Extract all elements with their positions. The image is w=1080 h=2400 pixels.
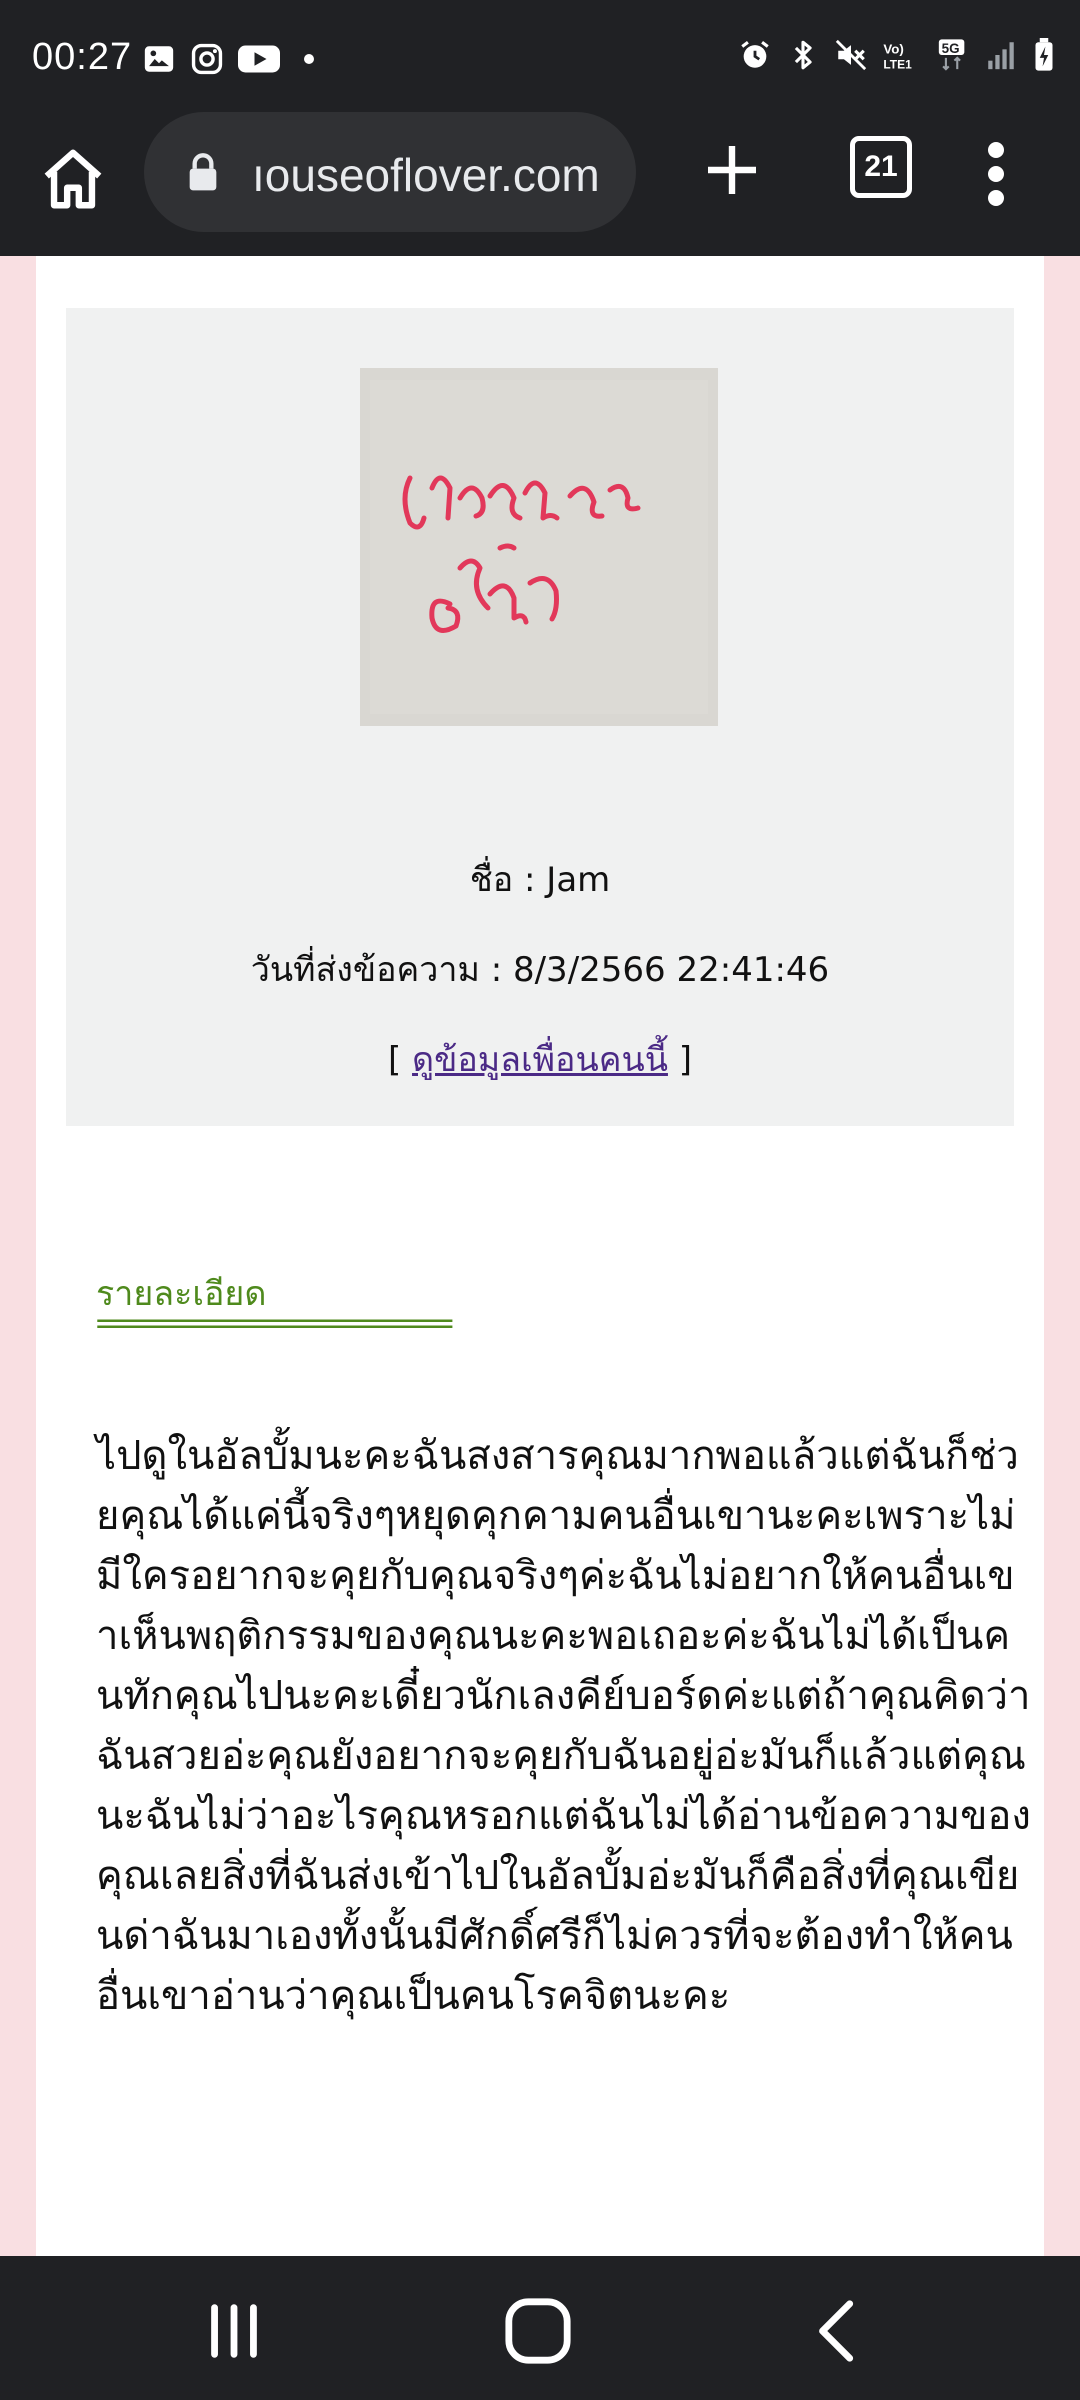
- 5g-data-icon: 5G: [938, 39, 965, 71]
- notification-icons: [142, 42, 314, 76]
- system-icons: Vo) LTE1 5G: [738, 38, 1056, 72]
- gallery-icon: [144, 46, 174, 72]
- web-page: ชื่อ : Jam วันที่ส่งข้อความ : 8/3/2566 2…: [0, 256, 1080, 2256]
- back-icon[interactable]: [800, 2296, 880, 2366]
- recent-apps-icon[interactable]: [194, 2296, 274, 2366]
- bracket-close: ]: [667, 1040, 693, 1080]
- volte-icon: Vo)LTE1: [883, 42, 912, 72]
- page-content: ชื่อ : Jam วันที่ส่งข้อความ : 8/3/2566 2…: [36, 256, 1044, 2256]
- system-navigation-bar: [0, 2256, 1080, 2400]
- svg-text:LTE1: LTE1: [883, 57, 912, 71]
- mute-icon: [835, 39, 867, 71]
- phone-screen: 00:27 Vo) LTE1 5G ıouseoflover.com 21 ชื…: [0, 0, 1080, 2400]
- more-menu-icon[interactable]: [976, 140, 1016, 208]
- handwritten-note-photo[interactable]: [360, 368, 718, 726]
- details-divider: ===========================: [96, 1306, 454, 1341]
- sender-card: ชื่อ : Jam วันที่ส่งข้อความ : 8/3/2566 2…: [66, 308, 1014, 1126]
- bracket-open: [: [387, 1040, 413, 1080]
- status-bar: 00:27 Vo) LTE1 5G: [0, 0, 1080, 120]
- status-time: 00:27: [32, 36, 133, 78]
- tab-switcher-button[interactable]: 21: [850, 136, 912, 198]
- instagram-icon: [191, 43, 223, 75]
- address-bar[interactable]: ıouseoflover.com: [144, 112, 636, 232]
- more-notifications-dot-icon: [304, 54, 314, 64]
- lock-icon: [189, 153, 217, 191]
- sender-name: ชื่อ : Jam: [469, 860, 611, 900]
- view-friend-info-link[interactable]: ดูข้อมูลเพื่อนคนนี้: [412, 1040, 668, 1080]
- new-tab-button[interactable]: [700, 138, 764, 202]
- sent-date: วันที่ส่งข้อความ : 8/3/2566 22:41:46: [250, 950, 830, 990]
- view-profile-line: [ ดูข้อมูลเพื่อนคนนี้ ]: [66, 1032, 1014, 1086]
- bluetooth-icon: [794, 40, 812, 70]
- message-body: ไปดูในอัลบั้มนะคะฉันสงสารคุณมากพอแล้วแต่…: [96, 1433, 1031, 2019]
- home-nav-icon[interactable]: [498, 2296, 578, 2366]
- youtube-icon: [238, 45, 280, 73]
- svg-text:5G: 5G: [942, 41, 960, 56]
- alarm-icon: [741, 41, 769, 68]
- signal-icon: [988, 42, 1014, 70]
- battery-charging-icon: [1035, 38, 1053, 71]
- home-button[interactable]: [38, 144, 108, 214]
- url-text: ıouseoflover.com: [252, 149, 600, 201]
- browser-toolbar: ıouseoflover.com 21: [0, 110, 1080, 256]
- svg-text:Vo): Vo): [883, 42, 903, 57]
